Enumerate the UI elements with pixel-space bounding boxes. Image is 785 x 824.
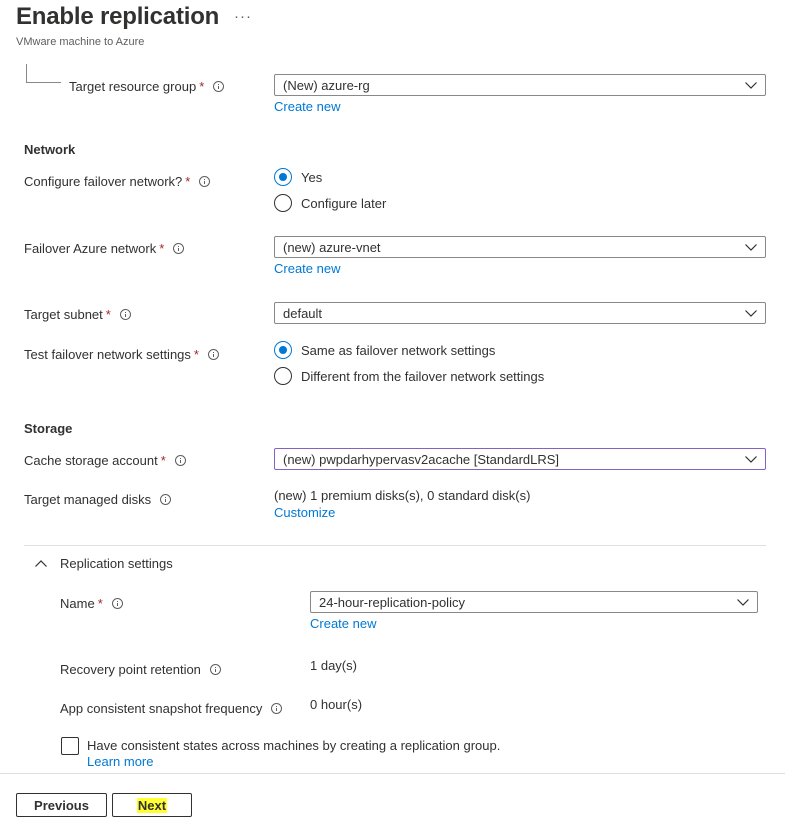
- button-label: Next: [136, 797, 168, 813]
- radio-label: Configure later: [301, 195, 387, 211]
- info-icon[interactable]: [213, 80, 225, 92]
- checkbox-icon[interactable]: [61, 737, 79, 755]
- create-new-resource-group-link[interactable]: Create new: [274, 99, 340, 114]
- chevron-up-icon: [34, 557, 48, 571]
- info-icon[interactable]: [111, 597, 123, 609]
- info-icon[interactable]: [160, 493, 172, 505]
- dropdown-value: (new) azure-vnet: [283, 239, 381, 255]
- required-marker: *: [185, 173, 191, 189]
- label-text: Failover Azure network: [24, 240, 157, 256]
- info-icon[interactable]: [173, 242, 185, 254]
- info-icon[interactable]: [119, 308, 131, 320]
- target-subnet-dropdown[interactable]: default: [274, 302, 766, 324]
- label-text: Target subnet: [24, 306, 103, 322]
- info-icon[interactable]: [174, 454, 186, 466]
- required-marker: *: [193, 346, 199, 362]
- info-icon[interactable]: [207, 348, 219, 360]
- failover-network-dropdown[interactable]: (new) azure-vnet: [274, 236, 766, 258]
- label-text: Test failover network settings: [24, 346, 191, 362]
- radio-label: Different from the failover network sett…: [301, 368, 545, 384]
- cache-storage-dropdown[interactable]: (new) pwpdarhypervasv2acache [StandardLR…: [274, 448, 766, 470]
- network-heading: Network: [24, 142, 76, 157]
- policy-name-label: Name *: [60, 594, 123, 612]
- customize-link[interactable]: Customize: [274, 505, 335, 520]
- replication-group-label: Have consistent states across machines b…: [87, 738, 501, 753]
- dropdown-value: (new) pwpdarhypervasv2acache [StandardLR…: [283, 451, 560, 467]
- radio-icon[interactable]: [274, 367, 292, 385]
- test-failover-label: Test failover network settings *: [24, 345, 219, 363]
- chevron-down-icon: [737, 449, 765, 469]
- button-label: Previous: [34, 797, 89, 813]
- configure-failover-label: Configure failover network? *: [24, 172, 211, 190]
- radio-icon[interactable]: [274, 194, 292, 212]
- tree-connector: [26, 64, 61, 83]
- radio-same-settings[interactable]: Same as failover network settings: [274, 340, 495, 360]
- create-new-policy-link[interactable]: Create new: [310, 616, 376, 631]
- required-marker: *: [97, 595, 103, 611]
- snapshot-frequency-value: 0 hour(s): [310, 697, 363, 712]
- managed-disks-value: (new) 1 premium disks(s), 0 standard dis…: [274, 488, 531, 503]
- radio-label: Yes: [301, 169, 323, 185]
- replication-settings-toggle[interactable]: Replication settings: [34, 556, 173, 571]
- next-button[interactable]: Next: [112, 793, 192, 817]
- target-subnet-label: Target subnet *: [24, 305, 131, 323]
- create-new-network-link[interactable]: Create new: [274, 261, 340, 276]
- label-text: Cache storage account: [24, 452, 158, 468]
- chevron-down-icon: [729, 592, 757, 612]
- snapshot-frequency-label: App consistent snapshot frequency: [60, 699, 283, 717]
- required-marker: *: [160, 452, 166, 468]
- radio-different-settings[interactable]: Different from the failover network sett…: [274, 366, 544, 386]
- more-icon[interactable]: ···: [234, 8, 252, 25]
- label-text: Configure failover network?: [24, 173, 183, 189]
- replication-policy-dropdown[interactable]: 24-hour-replication-policy: [310, 591, 758, 613]
- cache-storage-label: Cache storage account *: [24, 451, 186, 469]
- radio-icon[interactable]: [274, 168, 292, 186]
- label-text: App consistent snapshot frequency: [60, 700, 263, 716]
- required-marker: *: [199, 78, 205, 94]
- page-title: Enable replication: [16, 3, 220, 30]
- previous-button[interactable]: Previous: [16, 793, 107, 817]
- page-subtitle: VMware machine to Azure: [16, 36, 145, 48]
- managed-disks-label: Target managed disks: [24, 490, 172, 508]
- required-marker: *: [159, 240, 165, 256]
- chevron-down-icon: [737, 237, 765, 257]
- info-icon[interactable]: [209, 663, 221, 675]
- retention-label: Recovery point retention: [60, 660, 221, 678]
- retention-value: 1 day(s): [310, 658, 357, 673]
- radio-icon[interactable]: [274, 341, 292, 359]
- target-resource-group-dropdown[interactable]: (New) azure-rg: [274, 74, 766, 96]
- replication-settings-heading: Replication settings: [60, 556, 173, 571]
- failover-network-label: Failover Azure network *: [24, 239, 185, 257]
- radio-label: Same as failover network settings: [301, 342, 496, 358]
- radio-configure-later[interactable]: Configure later: [274, 193, 386, 213]
- dropdown-value: 24-hour-replication-policy: [319, 594, 465, 610]
- radio-yes[interactable]: Yes: [274, 167, 322, 187]
- footer-divider: [0, 773, 785, 774]
- info-icon[interactable]: [271, 702, 283, 714]
- chevron-down-icon: [737, 75, 765, 95]
- learn-more-link[interactable]: Learn more: [87, 754, 153, 769]
- info-icon[interactable]: [199, 175, 211, 187]
- label-text: Target resource group: [69, 78, 197, 94]
- label-text: Name: [60, 595, 95, 611]
- section-divider: [24, 545, 766, 546]
- dropdown-value: (New) azure-rg: [283, 77, 370, 93]
- target-resource-group-label: Target resource group *: [69, 77, 225, 95]
- label-text: Recovery point retention: [60, 661, 201, 677]
- required-marker: *: [105, 306, 111, 322]
- dropdown-value: default: [283, 305, 323, 321]
- label-text: Target managed disks: [24, 491, 152, 507]
- storage-heading: Storage: [24, 421, 73, 436]
- chevron-down-icon: [737, 303, 765, 323]
